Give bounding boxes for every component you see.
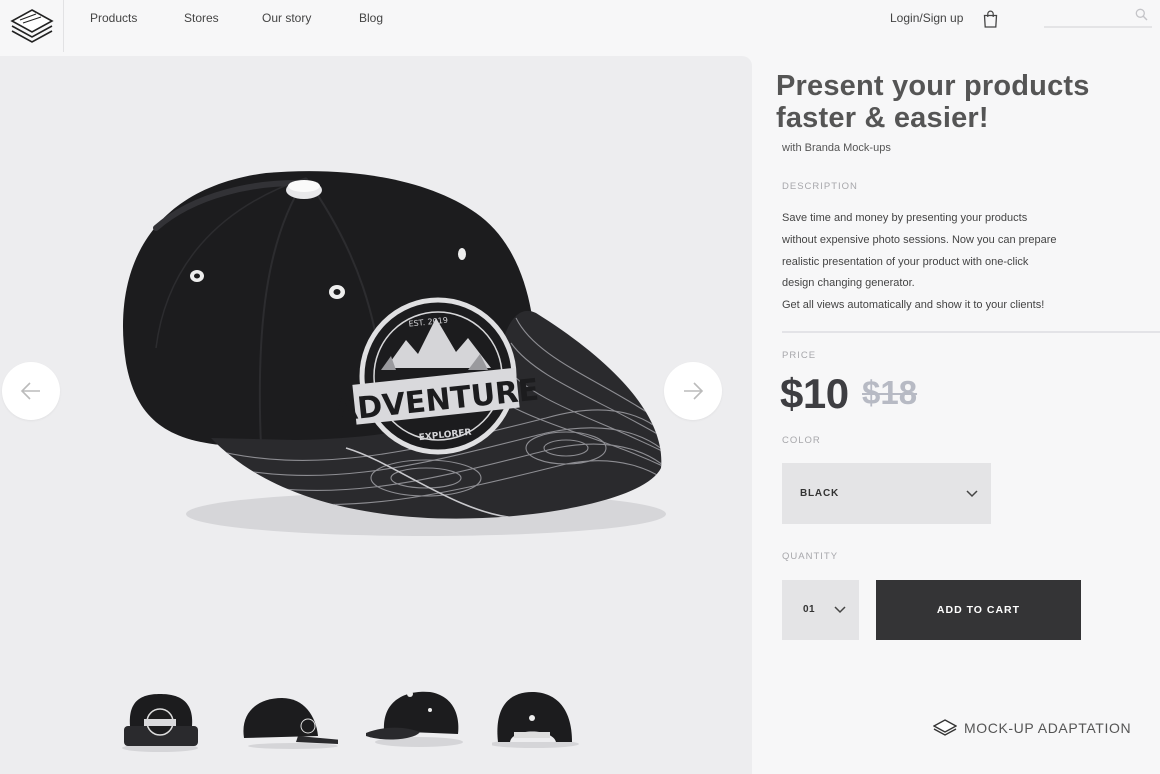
product-description: Save time and money by presenting your p… [782, 208, 1102, 317]
description-line: without expensive photo sessions. Now yo… [782, 233, 1057, 246]
quantity-select-value: 01 [803, 604, 816, 615]
thumbnail-back-view[interactable] [492, 686, 592, 756]
price-label: PRICE [782, 350, 817, 361]
color-label: COLOR [782, 435, 821, 446]
add-to-cart-button[interactable]: ADD TO CART [876, 580, 1081, 640]
product-title-line-2: faster & easier! [776, 102, 989, 134]
nav-stores[interactable]: Stores [184, 11, 219, 25]
brand-label: MOCK-UP ADAPTATION [964, 720, 1132, 736]
brand-logo[interactable] [0, 0, 64, 52]
description-line: design changing generator. [782, 277, 915, 290]
description-line: Get all views automatically and show it … [782, 299, 1045, 312]
section-divider [782, 331, 1160, 333]
arrow-right-icon [684, 382, 704, 400]
quantity-label: QUANTITY [782, 551, 839, 562]
chevron-down-icon [966, 490, 978, 498]
product-main-image: ADVENTURE EST. 2019 EXPLORER [122, 171, 666, 536]
arrow-left-icon [20, 382, 40, 400]
description-line: Save time and money by presenting your p… [782, 212, 1028, 224]
search-input[interactable] [1044, 6, 1132, 26]
next-image-button[interactable] [664, 362, 722, 420]
stacked-layers-logo-icon [9, 9, 54, 43]
login-signup-link[interactable]: Login/Sign up [890, 11, 963, 25]
chevron-down-icon [834, 606, 846, 614]
thumbnail-side-view[interactable] [238, 686, 338, 756]
product-title: Present your products faster & easier! [776, 70, 1146, 134]
nav-our-story[interactable]: Our story [262, 11, 311, 25]
quantity-select[interactable]: 01 [782, 580, 859, 640]
stacked-layers-icon [933, 719, 957, 736]
description-label: DESCRIPTION [782, 181, 858, 192]
color-select[interactable]: BLACK [782, 463, 991, 524]
mockup-adaptation-brand: MOCK-UP ADAPTATION [933, 718, 1131, 738]
shopping-bag-icon[interactable] [983, 10, 998, 28]
color-select-value: BLACK [800, 488, 839, 499]
top-navigation: Products Stores Our story Blog Login/Sig… [0, 0, 1160, 56]
prev-image-button[interactable] [2, 362, 60, 420]
nav-products[interactable]: Products [90, 11, 137, 25]
description-line: realistic presentation of your product w… [782, 255, 1029, 268]
search-icon[interactable] [1135, 8, 1148, 21]
search-box[interactable] [1044, 6, 1152, 28]
thumbnail-front-view[interactable] [112, 686, 212, 756]
thumbnail-left-side-view[interactable] [364, 686, 464, 756]
original-price: $18 [862, 374, 918, 411]
nav-blog[interactable]: Blog [359, 11, 383, 25]
current-price: $10 [780, 370, 849, 417]
product-title-line-1: Present your products [776, 70, 1090, 102]
product-subtitle: with Branda Mock-ups [782, 142, 891, 154]
